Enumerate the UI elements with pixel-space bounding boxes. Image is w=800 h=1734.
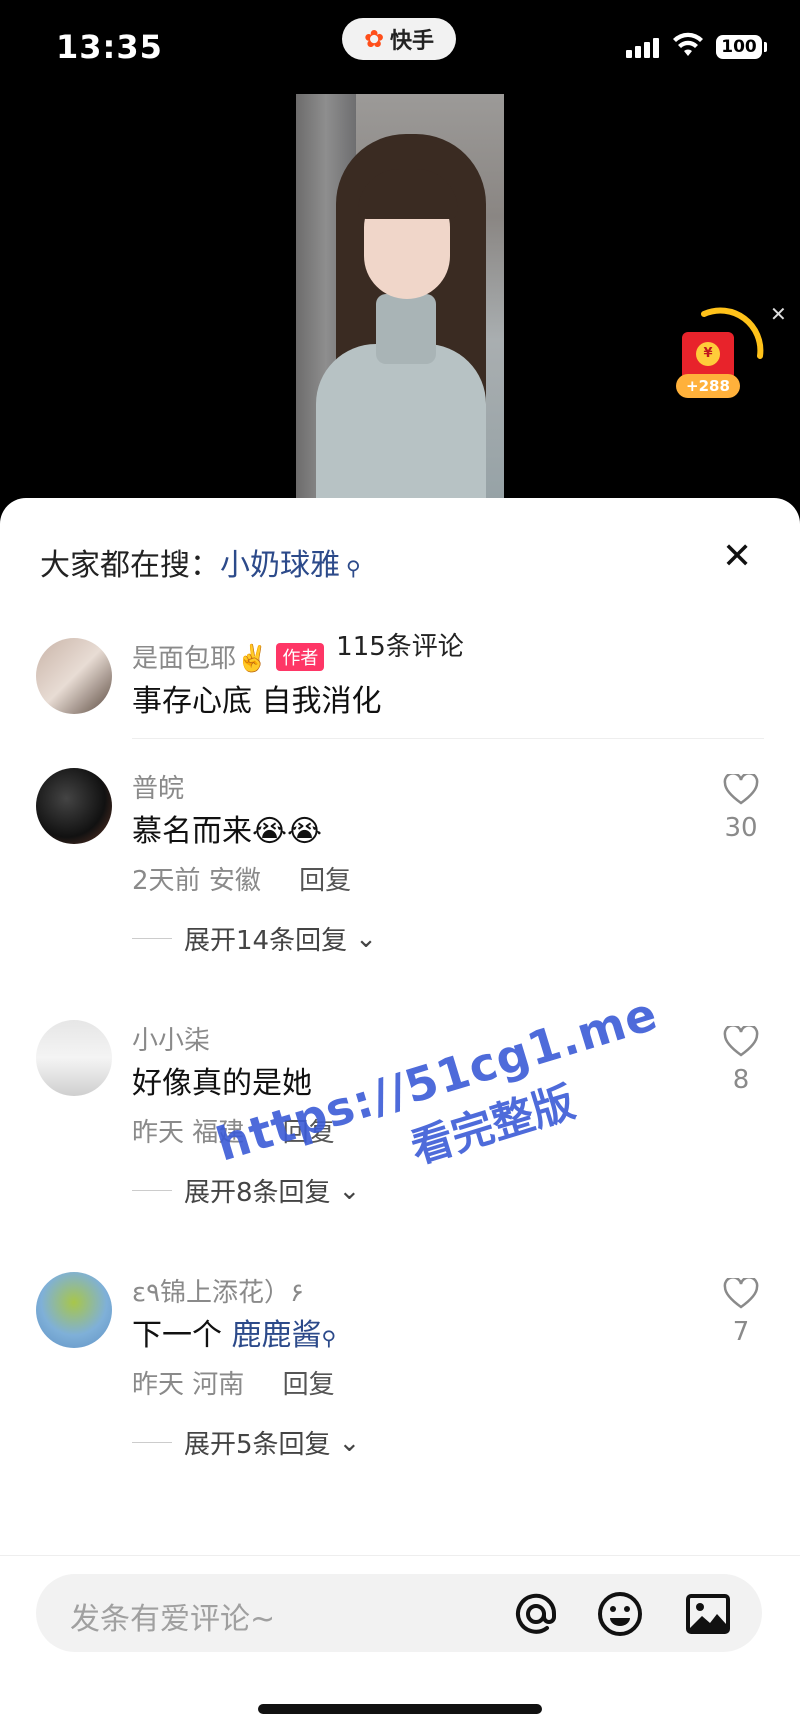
comment-input-placeholder: 发条有爱评论~ (70, 1602, 276, 1637)
like-count: 7 (732, 1317, 750, 1347)
comment-input[interactable]: 发条有爱评论~ (36, 1574, 762, 1652)
video-player[interactable] (296, 94, 504, 504)
comment-composer: 发条有爱评论~ (0, 1555, 800, 1734)
comment-location: 安徽 (208, 866, 261, 896)
avatar[interactable] (36, 1272, 112, 1348)
kuaishou-logo-icon: ✿ (363, 25, 385, 53)
reply-button[interactable]: 回复 (299, 866, 351, 896)
emoji-icon[interactable] (596, 1590, 644, 1638)
expand-replies-button[interactable]: 展开5条回复 ⌄ (132, 1424, 360, 1461)
expand-line (132, 938, 172, 939)
expand-line (132, 1190, 172, 1191)
cellular-signal-icon (626, 38, 659, 58)
comment-username[interactable]: 是面包耶✌️ 作者 (132, 638, 325, 675)
comment-time: 昨天 (132, 1370, 185, 1400)
comment-count: 115条评论 (336, 632, 464, 662)
like-button[interactable]: 8 (716, 1024, 766, 1095)
mention-icon[interactable] (512, 1590, 560, 1638)
red-packet-amount: +288 (676, 374, 740, 398)
battery-tip (764, 42, 767, 52)
comment-mention-link[interactable]: 鹿鹿酱 (232, 1318, 322, 1353)
like-count: 8 (732, 1065, 750, 1095)
battery-indicator: 100 (716, 35, 762, 59)
hot-search-keyword[interactable]: 小奶球雅 (220, 548, 340, 583)
comment-username[interactable]: 普皖 (132, 768, 184, 805)
wifi-icon (673, 32, 703, 56)
expand-line (132, 1442, 172, 1443)
hot-search[interactable]: 大家都在搜：小奶球雅 ⚲ (40, 540, 361, 584)
comment-location: 河南 (192, 1370, 245, 1400)
status-bar: 13:35 ✿ 快手 100 (0, 0, 800, 100)
search-icon: ⚲ (346, 556, 361, 580)
coin-icon: ¥ (696, 342, 720, 366)
comment-username[interactable]: 小小柒 (132, 1020, 210, 1057)
video-body (316, 344, 486, 504)
red-packet-button[interactable]: ¥ +288 (676, 332, 740, 400)
chevron-down-icon: ⌄ (338, 1427, 361, 1458)
chevron-down-icon: ⌄ (355, 923, 377, 954)
author-badge: 作者 (276, 643, 325, 671)
app-badge[interactable]: ✿ 快手 (342, 18, 456, 60)
heart-icon (723, 772, 759, 805)
expand-replies-label: 展开14条回复 (184, 926, 348, 956)
divider (132, 738, 764, 739)
expand-replies-button[interactable]: 展开14条回复 ⌄ (132, 920, 377, 957)
image-icon[interactable] (684, 1590, 732, 1638)
status-time: 13:35 (56, 28, 163, 66)
heart-icon (723, 1024, 759, 1057)
like-count: 30 (724, 813, 758, 843)
close-button[interactable]: ✕ (722, 536, 752, 577)
comment-text[interactable]: 下一个 鹿鹿酱⚲ (132, 1310, 336, 1354)
reply-button[interactable]: 回复 (283, 1370, 335, 1400)
hot-search-label: 大家都在搜： (40, 548, 220, 583)
avatar[interactable] (36, 1020, 112, 1096)
comment-time: 昨天 (132, 1118, 185, 1148)
like-button[interactable]: 30 (716, 772, 766, 843)
red-packet-close-icon[interactable]: ✕ (770, 302, 787, 326)
like-button[interactable]: 7 (716, 1276, 766, 1347)
expand-replies-label: 展开5条回复 (184, 1430, 331, 1460)
comment-meta: 2天前 安徽 回复 (132, 860, 351, 897)
video-collar (376, 294, 436, 364)
comment-time: 2天前 (132, 866, 201, 896)
search-icon: ⚲ (321, 1326, 337, 1350)
avatar[interactable] (36, 638, 112, 714)
comment-text[interactable]: 好像真的是她 (132, 1058, 312, 1102)
comment-text[interactable]: 慕名而来😭😭 (132, 806, 322, 850)
comment-username[interactable]: ε٩锦上添花）۶ (132, 1272, 304, 1309)
heart-icon (723, 1276, 759, 1309)
avatar[interactable] (36, 768, 112, 844)
comment-meta: 昨天 河南 回复 (132, 1364, 335, 1401)
app-name: 快手 (390, 29, 435, 54)
comment-text[interactable]: 事存心底 自我消化 (132, 676, 382, 720)
home-indicator[interactable] (258, 1704, 542, 1714)
